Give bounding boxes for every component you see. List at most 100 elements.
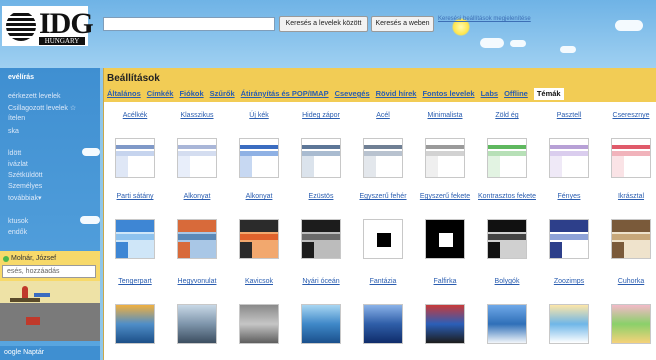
theme-option[interactable]: Egyszerű fehér: [352, 193, 414, 259]
tab-setting[interactable]: Labs: [481, 88, 499, 100]
theme-option[interactable]: Minimalista: [414, 112, 476, 178]
tab-setting[interactable]: Szűrők: [210, 88, 235, 100]
theme-name-link[interactable]: Egyszerű fekete: [414, 193, 476, 219]
chat-search-input[interactable]: esés, hozzáadás: [2, 265, 96, 278]
theme-preview-thumbnail[interactable]: [239, 219, 279, 259]
theme-option[interactable]: Hideg zápor: [290, 112, 352, 178]
theme-name-link[interactable]: Falfirka: [414, 278, 476, 304]
theme-name-link[interactable]: Alkonyat: [166, 193, 228, 219]
theme-name-link[interactable]: Parti sátány: [104, 193, 166, 219]
theme-preview-thumbnail[interactable]: [487, 304, 527, 344]
theme-preview-thumbnail[interactable]: [425, 219, 465, 259]
theme-name-link[interactable]: Cseresznye: [600, 112, 656, 138]
theme-option[interactable]: Acél: [352, 112, 414, 178]
theme-preview-thumbnail[interactable]: [611, 138, 651, 178]
theme-preview-thumbnail[interactable]: [177, 304, 217, 344]
theme-preview-thumbnail[interactable]: [239, 138, 279, 178]
sidebar-item-more[interactable]: továbbiak▾: [8, 194, 41, 202]
theme-option[interactable]: Hegyvonulat: [166, 278, 228, 344]
theme-option[interactable]: Kavicsok: [228, 278, 290, 344]
theme-option[interactable]: Ikrásztal: [600, 193, 656, 259]
theme-preview-thumbnail[interactable]: [115, 138, 155, 178]
calendar-gadget-title[interactable]: oogle Naptár: [0, 346, 100, 360]
theme-preview-thumbnail[interactable]: [177, 138, 217, 178]
theme-preview-thumbnail[interactable]: [549, 219, 589, 259]
theme-preview-thumbnail[interactable]: [301, 304, 341, 344]
theme-option[interactable]: Ezüstös: [290, 193, 352, 259]
tab-setting[interactable]: Általános: [107, 88, 141, 100]
theme-preview-thumbnail[interactable]: [425, 138, 465, 178]
theme-preview-thumbnail[interactable]: [115, 304, 155, 344]
theme-option[interactable]: Bolygók: [476, 278, 538, 344]
theme-option[interactable]: Kontrasztos fekete: [476, 193, 538, 259]
sidebar-item-chats[interactable]: ítelen: [8, 115, 25, 122]
theme-name-link[interactable]: Ezüstös: [290, 193, 352, 219]
sidebar-item-personal[interactable]: Személyes: [8, 183, 42, 190]
theme-option[interactable]: Fényes: [538, 193, 600, 259]
chat-user-name[interactable]: Molnár, József: [11, 255, 56, 262]
theme-name-link[interactable]: Hegyvonulat: [166, 278, 228, 304]
theme-preview-thumbnail[interactable]: [363, 138, 403, 178]
theme-name-link[interactable]: Alkonyat: [228, 193, 290, 219]
theme-option[interactable]: Egyszerű fekete: [414, 193, 476, 259]
search-web-button[interactable]: Keresés a weben: [371, 16, 434, 32]
theme-preview-thumbnail[interactable]: [425, 304, 465, 344]
theme-name-link[interactable]: Fényes: [538, 193, 600, 219]
tab-setting[interactable]: Rövid hírek: [376, 88, 417, 100]
theme-name-link[interactable]: Cuhorka: [600, 278, 656, 304]
tab-setting[interactable]: Címkék: [147, 88, 174, 100]
theme-name-link[interactable]: Zoozimps: [538, 278, 600, 304]
theme-option[interactable]: Fantázia: [352, 278, 414, 344]
theme-name-link[interactable]: Kontrasztos fekete: [476, 193, 538, 219]
sidebar-item-starred[interactable]: Csillagozott levelek ☆: [8, 104, 76, 112]
theme-preview-thumbnail[interactable]: [363, 304, 403, 344]
sidebar-item-drafts[interactable]: ivázlat: [8, 161, 28, 168]
theme-name-link[interactable]: Tengerpart: [104, 278, 166, 304]
theme-option[interactable]: Alkonyat: [228, 193, 290, 259]
sidebar-item-contacts[interactable]: ktusok: [8, 218, 28, 225]
theme-preview-thumbnail[interactable]: [611, 219, 651, 259]
theme-name-link[interactable]: Pasztell: [538, 112, 600, 138]
theme-name-link[interactable]: Acél: [352, 112, 414, 138]
theme-preview-thumbnail[interactable]: [363, 219, 403, 259]
theme-name-link[interactable]: Hideg zápor: [290, 112, 352, 138]
tab-setting[interactable]: Fontos levelek: [422, 88, 474, 100]
theme-name-link[interactable]: Nyári óceán: [290, 278, 352, 304]
sidebar-item-tasks[interactable]: endők: [8, 229, 27, 236]
sidebar-item-compose[interactable]: evélírás: [8, 74, 34, 81]
theme-name-link[interactable]: Fantázia: [352, 278, 414, 304]
theme-name-link[interactable]: Acélkék: [104, 112, 166, 138]
sidebar-item-sent[interactable]: ldött: [8, 150, 21, 157]
theme-preview-thumbnail[interactable]: [239, 304, 279, 344]
theme-name-link[interactable]: Minimalista: [414, 112, 476, 138]
tab-setting[interactable]: Offline: [504, 88, 528, 100]
tab-setting[interactable]: Fiókok: [179, 88, 203, 100]
theme-preview-thumbnail[interactable]: [115, 219, 155, 259]
theme-option[interactable]: Cuhorka: [600, 278, 656, 344]
theme-option[interactable]: Acélkék: [104, 112, 166, 178]
theme-preview-thumbnail[interactable]: [611, 304, 651, 344]
theme-preview-thumbnail[interactable]: [549, 304, 589, 344]
theme-name-link[interactable]: Klasszikus: [166, 112, 228, 138]
theme-preview-thumbnail[interactable]: [487, 138, 527, 178]
theme-option[interactable]: Új kék: [228, 112, 290, 178]
theme-name-link[interactable]: Új kék: [228, 112, 290, 138]
idg-logo[interactable]: IDG HUNGARY: [2, 6, 94, 46]
theme-preview-thumbnail[interactable]: [301, 219, 341, 259]
sidebar-item-distributed[interactable]: Szétküldött: [8, 172, 43, 179]
theme-name-link[interactable]: Ikrásztal: [600, 193, 656, 219]
theme-option[interactable]: Alkonyat: [166, 193, 228, 259]
search-mail-button[interactable]: Keresés a levelek között: [279, 16, 368, 32]
sidebar-item-spam[interactable]: ska: [8, 128, 19, 135]
sidebar-item-inbox[interactable]: eérkezett levelek: [8, 93, 61, 100]
theme-option[interactable]: Falfirka: [414, 278, 476, 344]
theme-preview-thumbnail[interactable]: [301, 138, 341, 178]
theme-preview-thumbnail[interactable]: [177, 219, 217, 259]
advanced-search-link[interactable]: Keresési beállítások megjelenítése: [438, 16, 538, 23]
theme-option[interactable]: Klasszikus: [166, 112, 228, 178]
theme-preview-thumbnail[interactable]: [549, 138, 589, 178]
search-input[interactable]: [103, 17, 275, 31]
theme-option[interactable]: Parti sátány: [104, 193, 166, 259]
theme-option[interactable]: Pasztell: [538, 112, 600, 178]
theme-name-link[interactable]: Bolygók: [476, 278, 538, 304]
